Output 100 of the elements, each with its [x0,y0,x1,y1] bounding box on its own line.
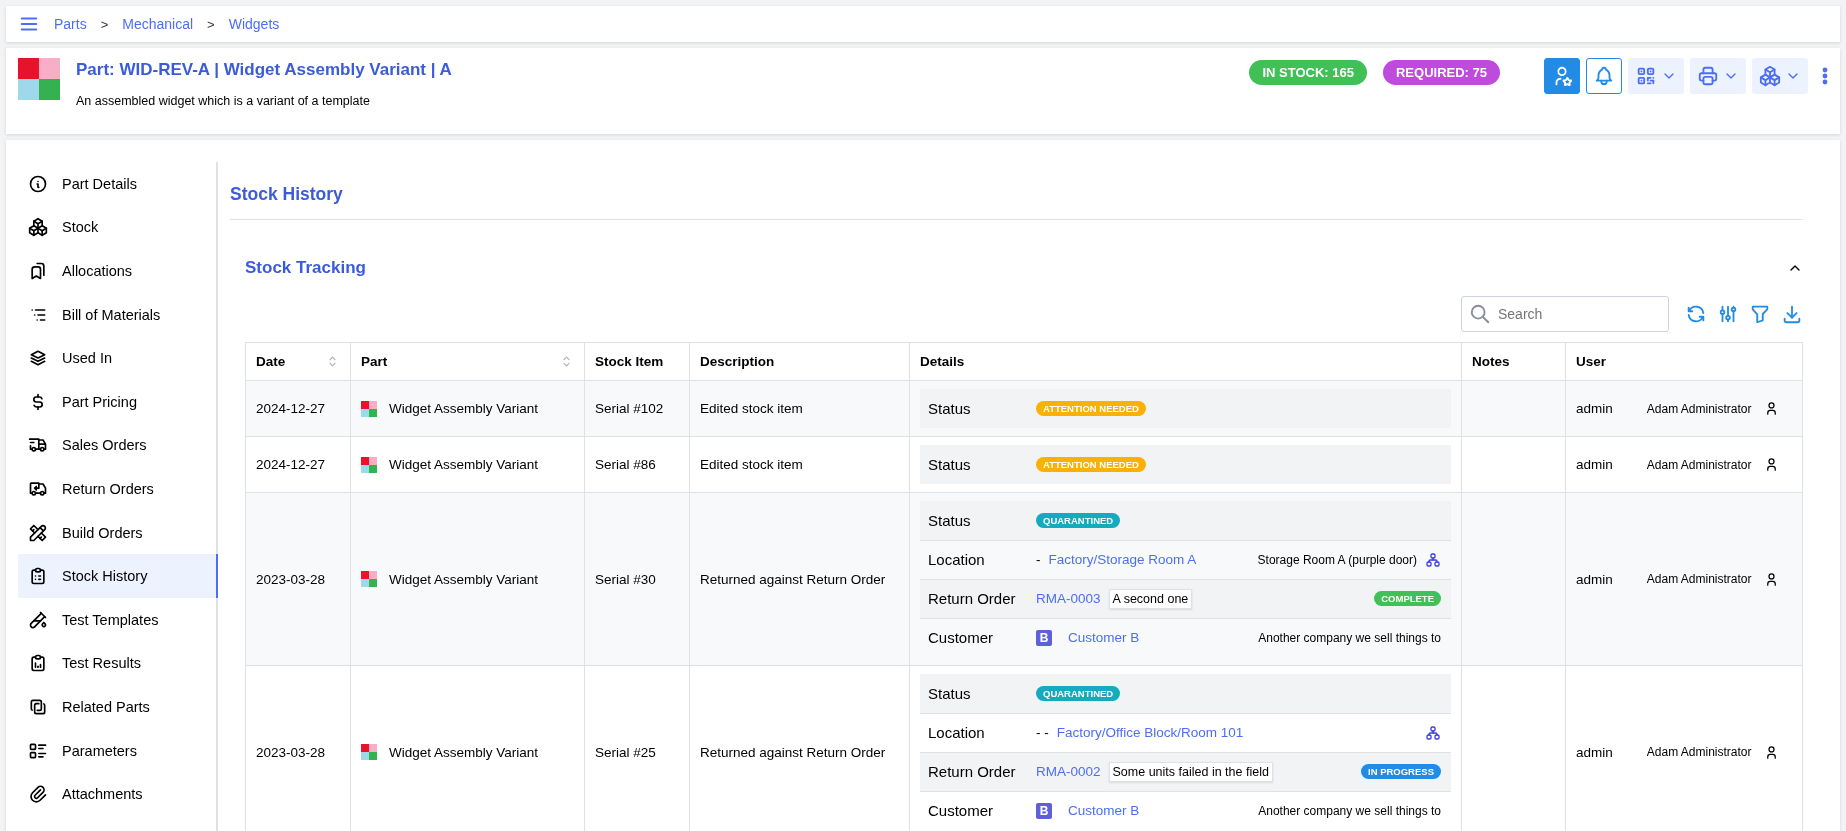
sidebar-item[interactable]: Stock [18,205,218,250]
detail-label: Return Order [920,752,1028,791]
table-cell: Edited stock item [689,380,910,437]
part-name: Widget Assembly Variant [389,457,539,472]
user-star-button[interactable] [1544,58,1580,94]
breadcrumb-separator: > [207,16,215,32]
paperclip-icon [28,784,48,805]
location-description: Storage Room A (purple door) [1257,552,1417,567]
table-cell: 2023-03-28 [245,665,351,831]
detail-label: Return Order [920,579,1028,618]
boxes-icon [28,217,48,238]
column-header: Description [689,342,910,381]
sidebar-item[interactable]: Attachments [18,772,218,816]
location-link[interactable]: Factory/Office Block/Room 101 [1056,725,1244,740]
sidebar-item[interactable]: Test Templates [18,597,218,642]
boxes-icon [1759,65,1781,87]
sidebar-item[interactable]: Related Parts [18,685,218,729]
part-thumbnail [361,571,377,587]
refresh-button[interactable] [1685,303,1707,325]
sidebar-item[interactable]: Stock History [18,554,218,598]
detail-label: Customer [920,618,1028,657]
column-header: Stock Item [584,342,690,381]
detail-label: Location [920,713,1028,752]
search-field[interactable]: Search [1461,296,1669,332]
download-icon [1781,303,1803,325]
customer-link[interactable]: Customer B [1068,630,1140,646]
detail-label: Customer [920,791,1028,830]
sitemap-icon[interactable] [1425,551,1441,568]
clipboard-icon [28,566,48,587]
refresh-icon [1685,303,1707,325]
download-button[interactable] [1781,303,1803,325]
print-menu-button[interactable] [1690,58,1746,94]
part-title: Part: WID-REV-A | Widget Assembly Variant | A [76,60,453,80]
page-title: Stock History [230,184,1803,220]
user-full-name: Adam Administrator [1646,401,1752,416]
column-header: Details [909,342,1462,381]
columns-button[interactable] [1717,303,1739,325]
tools-icon [28,522,48,543]
sidebar-item[interactable]: Return Orders [18,467,218,511]
detail-label: Status [920,445,1028,484]
column-header: Notes [1461,342,1566,381]
status-badge: ATTENTION NEEDED [1036,401,1146,416]
sidebar-item[interactable]: Bill of Materials [18,292,218,337]
table-cell: 2023-03-28 [245,492,351,666]
location-prefix: - [1036,552,1041,567]
sidebar-item[interactable]: Part Pricing [18,379,218,424]
qr-code-menu-button[interactable] [1628,58,1684,94]
location-link[interactable]: Factory/Storage Room A [1048,552,1197,567]
sidebar-item[interactable]: Part Details [18,162,218,206]
part-thumbnail [361,400,377,417]
sidebar-item[interactable]: Build Orders [18,510,218,555]
breadcrumb-separator: > [100,16,109,32]
order-link[interactable]: RMA-0003 [1036,591,1101,606]
sidebar-item[interactable]: Used In [18,336,218,380]
table-cell: Serial #86 [584,436,690,493]
filter-button[interactable] [1749,303,1771,325]
user-login: admin [1576,744,1613,760]
sitemap-icon[interactable] [1425,724,1441,741]
breadcrumb-link[interactable]: Mechanical [122,16,194,32]
sidebar-item[interactable]: Allocations [18,249,218,293]
customer-description: Another company we sell things to [1258,630,1441,645]
stock-menu-button[interactable] [1752,58,1808,94]
user-full-name: Adam Administrator [1646,457,1752,472]
column-header[interactable]: Date [245,342,351,381]
part-thumbnail [18,58,60,100]
customer-description: Another company we sell things to [1258,803,1441,818]
user-login: admin [1576,571,1613,587]
user-full-name: Adam Administrator [1646,572,1752,586]
breadcrumb-link[interactable]: Parts [54,16,87,32]
sliders-icon [1717,303,1739,325]
user-login: admin [1576,457,1613,472]
status-badge: QUARANTINED [1036,685,1121,701]
order-status-badge: COMPLETE [1374,591,1441,606]
more-menu-button[interactable] [1822,67,1828,85]
customer-link[interactable]: Customer B [1068,803,1140,819]
order-note: A second one [1108,588,1193,609]
part-name: Widget Assembly Variant [389,571,539,587]
bell-button[interactable] [1586,58,1622,94]
part-name: Widget Assembly Variant [389,744,539,760]
qr-code-icon [1635,65,1657,87]
order-link[interactable]: RMA-0002 [1036,764,1101,779]
printer-icon [1697,65,1719,87]
sidebar-item[interactable]: Sales Orders [18,423,218,468]
sidebar-item[interactable]: Parameters [18,728,218,773]
order-status-badge: IN PROGRESS [1361,764,1441,779]
status-badge: QUARANTINED [1036,512,1121,528]
customer-avatar: B [1036,629,1052,646]
part-thumbnail [361,456,377,473]
status-badge: ATTENTION NEEDED [1036,457,1146,472]
sidebar-item[interactable]: Test Results [18,641,218,686]
search-icon [1469,303,1491,325]
column-header[interactable]: Part [350,342,585,381]
customer-avatar: B [1036,802,1052,819]
bell-icon [1593,65,1615,87]
user-full-name: Adam Administrator [1646,745,1752,759]
breadcrumb-link[interactable]: Widgets [228,16,280,32]
detail-label: Status [920,674,1028,713]
more-icon [1822,67,1828,85]
info-icon [28,173,48,194]
part-name: Widget Assembly Variant [389,401,539,416]
